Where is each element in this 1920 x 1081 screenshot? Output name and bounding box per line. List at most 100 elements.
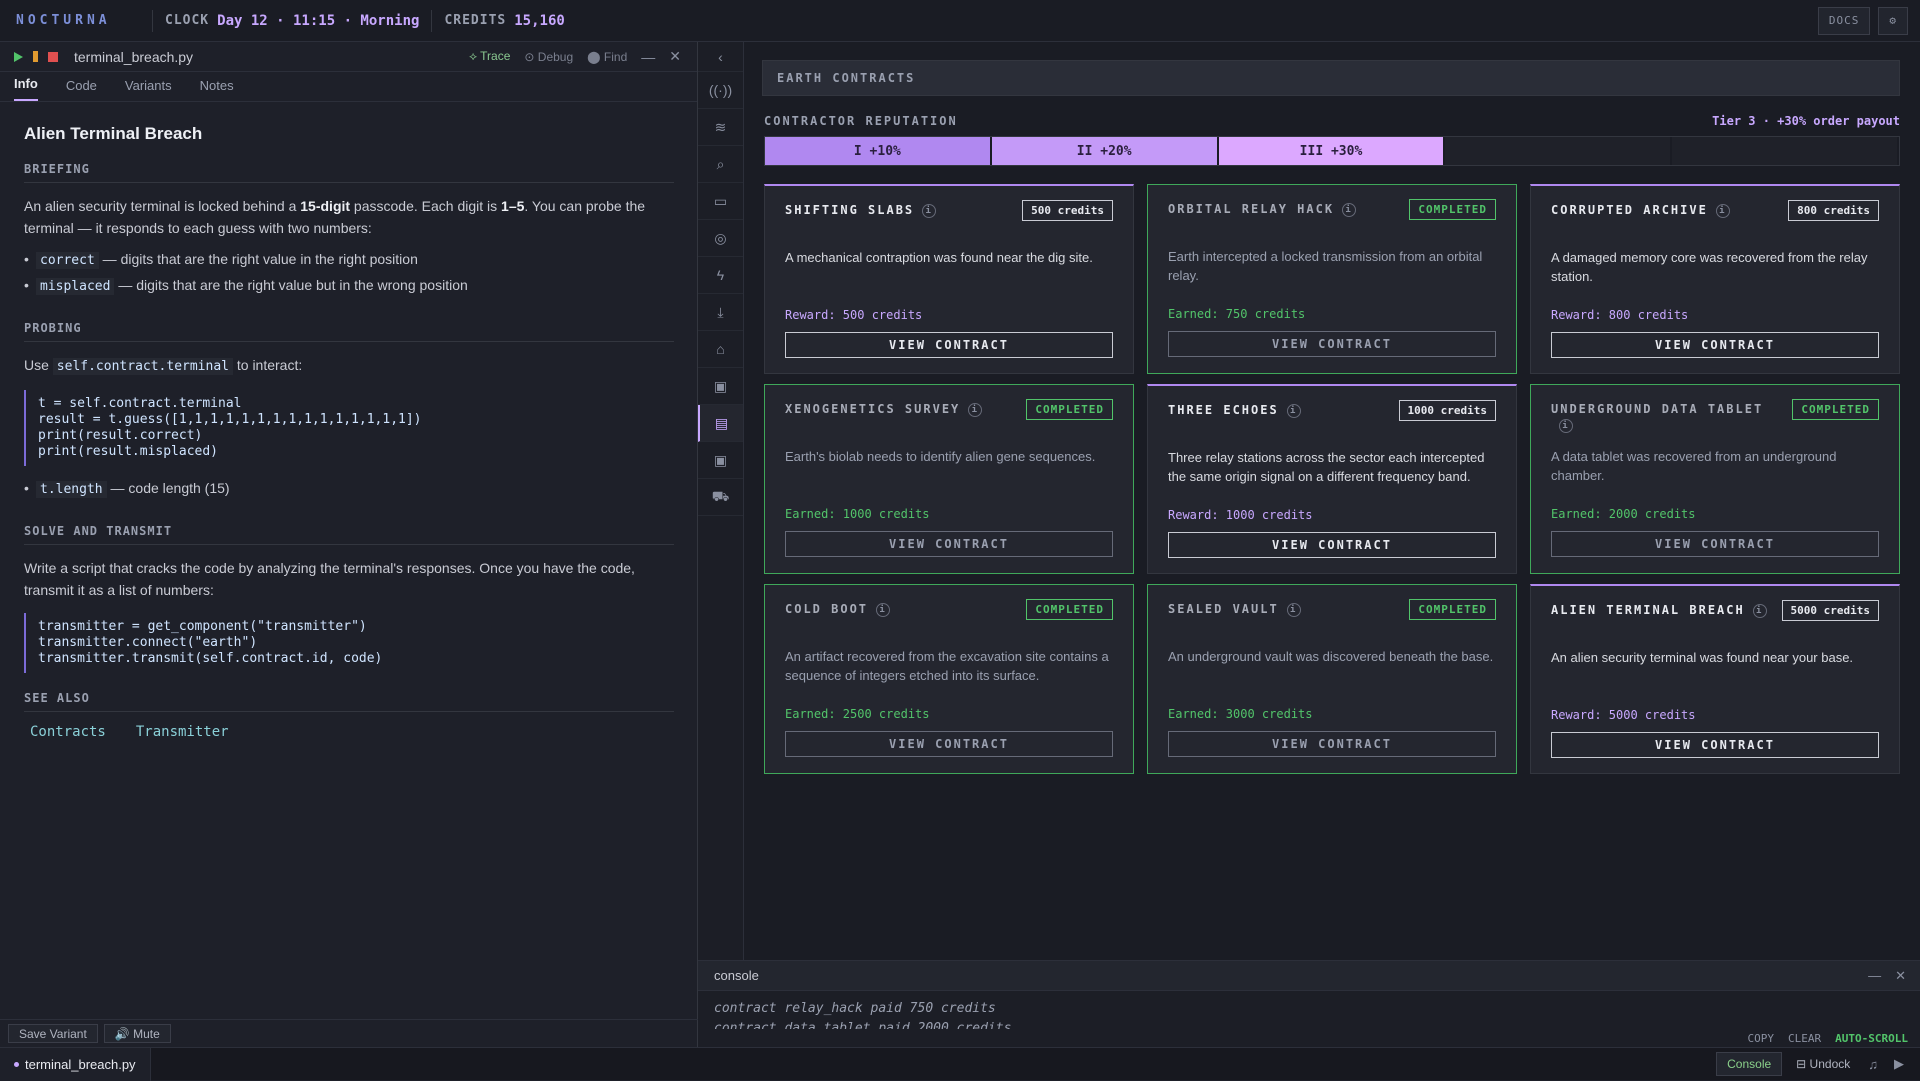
info-icon[interactable]: i bbox=[922, 203, 937, 218]
briefcase-icon[interactable]: ▣ bbox=[698, 368, 743, 405]
clear-button[interactable]: CLEAR bbox=[1788, 1032, 1821, 1045]
contract-card: COLD BOOT i COMPLETED An artifact recovered… bbox=[764, 584, 1134, 774]
settings-icon[interactable]: ⚙ bbox=[1878, 6, 1908, 35]
undock-button[interactable]: ⊟ Undock bbox=[1790, 1053, 1856, 1075]
tab-notes[interactable]: Notes bbox=[200, 78, 234, 101]
monitor-icon[interactable]: ▭ bbox=[698, 183, 743, 220]
view-contract-button[interactable]: VIEW CONTRACT bbox=[1168, 532, 1496, 558]
info-icon[interactable]: i bbox=[1286, 403, 1301, 418]
info-icon[interactable]: i bbox=[1559, 418, 1573, 433]
cart-icon[interactable]: ⛟ bbox=[698, 479, 743, 516]
contract-reward: Earned: 2000 credits bbox=[1551, 507, 1696, 521]
stop-icon[interactable] bbox=[48, 51, 58, 62]
console-button[interactable]: Console bbox=[1716, 1052, 1783, 1076]
info-icon[interactable]: i bbox=[1286, 602, 1301, 617]
app-brand: NOCTURNA bbox=[16, 13, 111, 28]
clock-value: Day 12 · 11:15 · Morning bbox=[217, 12, 420, 29]
briefing-paragraph: An alien security terminal is locked beh… bbox=[24, 198, 646, 236]
solve-heading: SOLVE AND TRANSMIT bbox=[24, 524, 674, 545]
contract-description: An artifact recovered from the excavatio… bbox=[785, 649, 1109, 683]
copy-button[interactable]: COPY bbox=[1748, 1032, 1775, 1045]
contract-description: Earth's biolab needs to identify alien g… bbox=[785, 449, 1096, 464]
globe-icon[interactable]: ◎ bbox=[698, 220, 743, 257]
tab-info[interactable]: Info bbox=[14, 76, 38, 101]
contract-title: SEALED VAULT i bbox=[1168, 601, 1388, 617]
file-tab-label: terminal_breach.py bbox=[25, 1056, 136, 1072]
contract-reward: Reward: 800 credits bbox=[1551, 308, 1689, 322]
tab-variants[interactable]: Variants bbox=[125, 78, 172, 101]
editor-footer: Save Variant 🔊 Mute bbox=[0, 1019, 698, 1047]
property-list: t.length — code length (15) bbox=[24, 476, 674, 502]
search-icon[interactable]: ⌕ bbox=[698, 146, 743, 183]
view-contract-button[interactable]: VIEW CONTRACT bbox=[1551, 531, 1879, 557]
view-contract-button[interactable]: VIEW CONTRACT bbox=[1168, 731, 1496, 757]
editor-tabs: Info Code Variants Notes bbox=[0, 72, 697, 102]
status-badge: COMPLETED bbox=[1409, 599, 1496, 620]
find-button[interactable]: ⬤ Find bbox=[587, 50, 627, 64]
contract-reward: Reward: 1000 credits bbox=[1168, 508, 1313, 522]
contract-reward: Reward: 5000 credits bbox=[1551, 708, 1696, 722]
doc-title: Alien Terminal Breach bbox=[24, 124, 203, 143]
tier-status: Tier 3 · +30% order payout bbox=[1712, 114, 1900, 128]
signal-icon[interactable]: ((·)) bbox=[698, 72, 743, 109]
trace-button[interactable]: ⟡ Trace bbox=[469, 49, 510, 64]
mute-button[interactable]: 🔊 Mute bbox=[103, 1024, 171, 1043]
minimize-icon[interactable]: — bbox=[641, 49, 655, 65]
info-icon[interactable]: i bbox=[876, 602, 891, 617]
contract-card: SHIFTING SLABS i 500 credits A mechanical c… bbox=[764, 184, 1134, 374]
status-badge: COMPLETED bbox=[1409, 199, 1496, 220]
contract-card: CORRUPTED ARCHIVE i 800 credits A damaged m… bbox=[1530, 184, 1900, 374]
link-transmitter[interactable]: Transmitter bbox=[130, 724, 235, 740]
pause-icon[interactable] bbox=[33, 51, 38, 62]
list-item: misplaced — digits that are the right va… bbox=[24, 273, 674, 299]
contract-title: ALIEN TERMINAL BREACH i bbox=[1551, 602, 1771, 618]
list-item: correct — digits that are the right valu… bbox=[24, 247, 674, 273]
info-icon[interactable]: i bbox=[1752, 603, 1767, 618]
run-icon[interactable] bbox=[14, 51, 23, 62]
docs-button[interactable]: DOCS bbox=[1817, 6, 1871, 35]
contracts-view: EARTH CONTRACTS CONTRACTOR REPUTATION Ti… bbox=[744, 42, 1920, 960]
console-minimize-icon[interactable]: — bbox=[1868, 968, 1881, 984]
contract-title: SHIFTING SLABS i bbox=[785, 202, 1005, 218]
wave-icon[interactable]: ≋ bbox=[698, 109, 743, 146]
probing-heading: PROBING bbox=[24, 321, 674, 342]
status-badge: COMPLETED bbox=[1026, 599, 1113, 620]
view-contract-button[interactable]: VIEW CONTRACT bbox=[785, 332, 1113, 358]
info-icon[interactable]: i bbox=[1715, 203, 1730, 218]
factory-icon[interactable]: ⌂ bbox=[698, 331, 743, 368]
contract-reward: Earned: 750 credits bbox=[1168, 307, 1306, 321]
download-icon[interactable]: ⤓ bbox=[698, 294, 743, 331]
view-contract-button[interactable]: VIEW CONTRACT bbox=[1551, 332, 1879, 358]
package-icon[interactable]: ▣ bbox=[698, 442, 743, 479]
view-contract-button[interactable]: VIEW CONTRACT bbox=[1168, 331, 1496, 357]
close-icon[interactable]: ✕ bbox=[669, 48, 681, 65]
tab-code[interactable]: Code bbox=[66, 78, 97, 101]
view-contract-button[interactable]: VIEW CONTRACT bbox=[785, 531, 1113, 557]
save-variant-button[interactable]: Save Variant bbox=[8, 1024, 98, 1043]
info-icon[interactable]: i bbox=[1342, 202, 1357, 217]
document-icon[interactable]: ▤ bbox=[698, 405, 743, 442]
code-block: t = self.contract.terminal result = t.gu… bbox=[24, 390, 674, 466]
autoscroll-toggle[interactable]: AUTO-SCROLL bbox=[1835, 1032, 1908, 1045]
music-icon[interactable]: ♫ bbox=[1864, 1057, 1882, 1072]
view-contract-button[interactable]: VIEW CONTRACT bbox=[1551, 732, 1879, 758]
contract-title: XENOGENETICS SURVEY i bbox=[785, 401, 1005, 417]
collapse-icon[interactable]: ‹ bbox=[698, 42, 743, 72]
contract-reward: Earned: 1000 credits bbox=[785, 507, 930, 521]
contract-description: An underground vault was discovered bene… bbox=[1168, 649, 1494, 664]
reward-badge: 5000 credits bbox=[1781, 600, 1879, 621]
view-contract-button[interactable]: VIEW CONTRACT bbox=[785, 731, 1113, 757]
status-badge: COMPLETED bbox=[1792, 399, 1879, 420]
status-badge: COMPLETED bbox=[1026, 399, 1113, 420]
debug-button[interactable]: ⊙ Debug bbox=[524, 50, 573, 64]
info-icon[interactable]: i bbox=[968, 402, 983, 417]
play-icon[interactable]: ▶ bbox=[1890, 1056, 1908, 1072]
list-item: t.length — code length (15) bbox=[24, 476, 674, 502]
reputation-tier-3: III +30% bbox=[1218, 137, 1446, 165]
lightning-icon[interactable]: ϟ bbox=[698, 257, 743, 294]
divider bbox=[152, 9, 153, 32]
file-tab[interactable]: terminal_breach.py bbox=[0, 1047, 151, 1081]
console-close-icon[interactable]: ✕ bbox=[1895, 968, 1906, 984]
top-bar: NOCTURNA CLOCK Day 12 · 11:15 · Morning … bbox=[0, 0, 1920, 42]
link-contracts[interactable]: Contracts bbox=[24, 724, 112, 740]
